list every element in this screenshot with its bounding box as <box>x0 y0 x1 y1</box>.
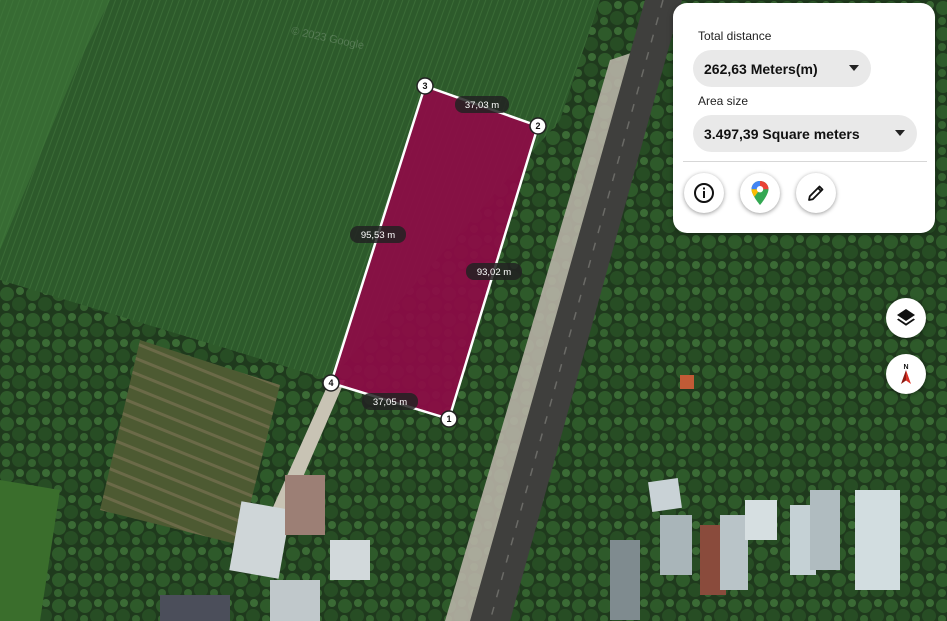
measure-panel: Total distance 262,63 Meters(m) Area siz… <box>673 3 935 233</box>
layers-button[interactable] <box>886 298 926 338</box>
area-size-label: Area size <box>698 94 749 108</box>
svg-text:93,02 m: 93,02 m <box>477 267 511 278</box>
svg-text:4: 4 <box>328 378 333 388</box>
chevron-down-icon <box>895 130 905 136</box>
vertex-3[interactable]: 3 <box>416 77 434 95</box>
info-icon <box>694 183 714 203</box>
total-distance-label: Total distance <box>698 29 772 43</box>
chevron-down-icon <box>849 65 859 71</box>
svg-text:3: 3 <box>422 81 427 91</box>
area-value: 3.497,39 Square meters <box>704 125 860 142</box>
vertex-1[interactable]: 1 <box>440 410 458 428</box>
compass-icon: N <box>901 364 911 384</box>
distance-value: 262,63 Meters(m) <box>704 60 818 77</box>
vertex-2[interactable]: 2 <box>529 117 547 135</box>
edge-label-bottom: 37,05 m <box>362 393 418 410</box>
edge-label-left: 95,53 m <box>350 226 406 243</box>
area-unit-dropdown[interactable]: 3.497,39 Square meters <box>693 115 917 152</box>
svg-text:95,53 m: 95,53 m <box>361 230 395 241</box>
compass-button[interactable]: N <box>886 354 926 394</box>
svg-text:N: N <box>903 364 908 371</box>
google-maps-pin-icon <box>751 181 769 205</box>
pencil-icon <box>808 185 824 201</box>
distance-unit-dropdown[interactable]: 262,63 Meters(m) <box>693 50 871 87</box>
edit-button[interactable] <box>796 173 836 213</box>
edge-label-top: 37,03 m <box>455 96 509 113</box>
vertex-4[interactable]: 4 <box>322 374 340 392</box>
svg-text:37,05 m: 37,05 m <box>373 397 407 408</box>
svg-text:1: 1 <box>446 414 451 424</box>
layers-icon <box>897 309 915 326</box>
edge-label-right: 93,02 m <box>466 263 522 280</box>
google-maps-button[interactable] <box>740 173 780 213</box>
panel-divider <box>683 161 927 162</box>
svg-text:2: 2 <box>535 121 540 131</box>
info-button[interactable] <box>684 173 724 213</box>
svg-text:37,03 m: 37,03 m <box>465 100 499 111</box>
